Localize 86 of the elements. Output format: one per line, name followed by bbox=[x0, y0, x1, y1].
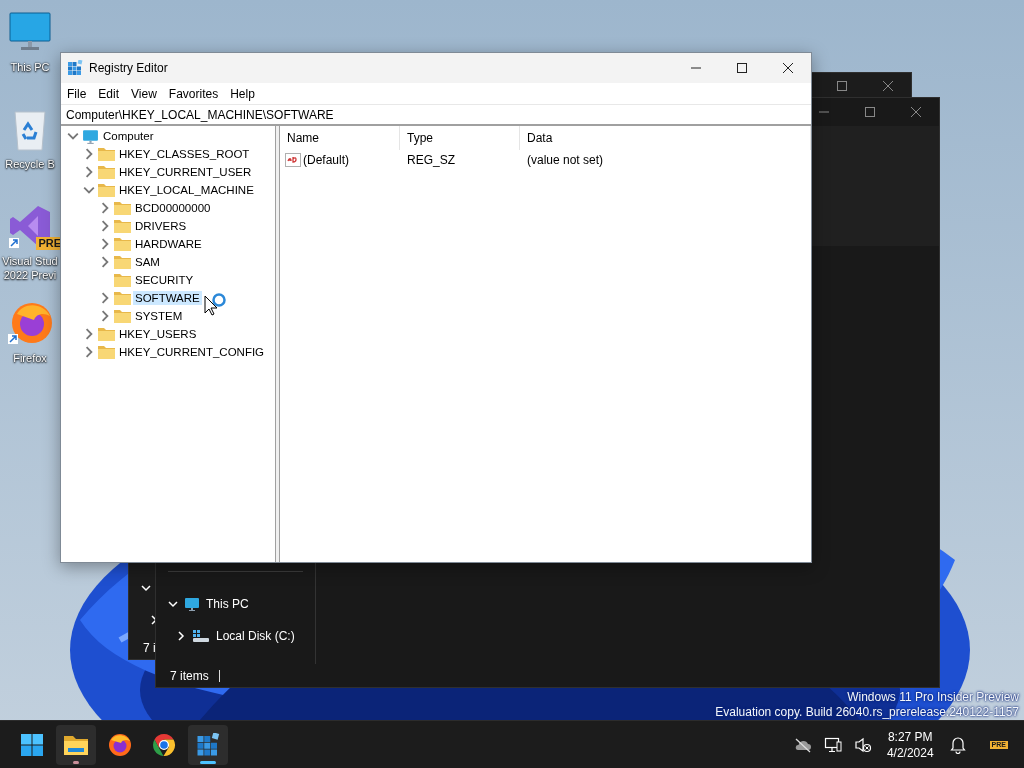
menu-item[interactable]: File bbox=[62, 84, 94, 103]
menu-item[interactable]: Edit bbox=[93, 84, 127, 103]
computer-icon bbox=[184, 596, 200, 612]
drive-icon bbox=[192, 629, 210, 643]
shortcut-label: Recycle B bbox=[5, 157, 55, 171]
taskbar-button[interactable] bbox=[188, 724, 228, 765]
folder-icon bbox=[114, 309, 131, 323]
string-value-icon bbox=[285, 152, 301, 168]
folder-icon bbox=[98, 165, 115, 179]
maximize-icon[interactable] bbox=[736, 62, 748, 74]
shortcut-label: Firefox bbox=[13, 351, 47, 365]
nav-item[interactable]: Local Disk (C:) bbox=[156, 620, 315, 652]
tree-item-label[interactable]: SYSTEM bbox=[133, 309, 185, 323]
tree-item[interactable]: SECURITY bbox=[61, 271, 275, 289]
tree-item[interactable]: Computer bbox=[61, 127, 275, 145]
folder-icon bbox=[114, 291, 131, 305]
tree-item[interactable]: DRIVERS bbox=[61, 217, 275, 235]
tree-item-label[interactable]: HKEY_CURRENT_CONFIG bbox=[117, 345, 267, 359]
desktop-shortcut[interactable]: PRE Visual Stud 2022 Previ bbox=[0, 202, 60, 299]
folder-icon bbox=[98, 345, 115, 359]
tree-item-label[interactable]: HARDWARE bbox=[133, 237, 204, 251]
registry-cubes-icon bbox=[196, 732, 220, 757]
shortcut-label: 2022 Previ bbox=[3, 268, 57, 282]
folder-icon bbox=[114, 237, 131, 251]
folder-icon bbox=[114, 201, 131, 215]
close-icon[interactable] bbox=[782, 62, 794, 74]
tree-item[interactable]: SAM bbox=[61, 253, 275, 271]
monitor-icon bbox=[8, 11, 52, 53]
window-title: Registry Editor bbox=[89, 61, 169, 75]
computer-icon bbox=[82, 127, 99, 145]
notification-bell-icon[interactable] bbox=[949, 735, 966, 754]
menu-item[interactable]: Help bbox=[225, 84, 262, 103]
registry-cubes-icon bbox=[67, 60, 83, 76]
tree-item[interactable]: HKEY_CLASSES_ROOT bbox=[61, 145, 275, 163]
tree-item[interactable]: BCD00000000 bbox=[61, 199, 275, 217]
cloud-off-icon[interactable] bbox=[793, 736, 812, 753]
table-cell-text: REG_SZ bbox=[406, 153, 456, 167]
tree-item[interactable]: HKEY_LOCAL_MACHINE bbox=[61, 181, 275, 199]
volume-muted-icon[interactable] bbox=[853, 735, 872, 754]
column-header[interactable]: Type bbox=[400, 126, 520, 150]
column-header[interactable]: Data bbox=[520, 126, 811, 150]
tree-item[interactable]: HKEY_CURRENT_CONFIG bbox=[61, 343, 275, 361]
table-cell: (Default) bbox=[303, 153, 349, 167]
windows-logo-icon bbox=[20, 732, 44, 757]
chrome-icon bbox=[152, 732, 176, 757]
tree-item-label[interactable]: SECURITY bbox=[133, 273, 196, 287]
tree-item-label[interactable]: DRIVERS bbox=[133, 219, 189, 233]
status-text: 7 i bbox=[143, 640, 156, 655]
status-text: 7 items bbox=[170, 668, 209, 683]
firefox-icon bbox=[7, 300, 53, 346]
folder-icon bbox=[98, 327, 115, 341]
tree-item-label[interactable]: SAM bbox=[133, 255, 162, 269]
address-field[interactable]: Computer\HKEY_LOCAL_MACHINE\SOFTWARE bbox=[61, 104, 811, 126]
column-header[interactable]: Name bbox=[280, 126, 400, 150]
chevron-right-icon[interactable] bbox=[176, 631, 186, 641]
tree-item[interactable]: HARDWARE bbox=[61, 235, 275, 253]
folder-icon bbox=[114, 219, 131, 233]
tree-item-label[interactable]: Computer bbox=[101, 129, 156, 143]
folder-icon bbox=[98, 183, 115, 197]
shortcut-label: Visual Stud bbox=[2, 254, 58, 268]
tree-item[interactable]: HKEY_CURRENT_USER bbox=[61, 163, 275, 181]
folder-icon bbox=[98, 147, 115, 161]
shortcut-label: This PC bbox=[10, 60, 50, 74]
taskbar-button[interactable] bbox=[56, 724, 96, 765]
firefox-icon bbox=[108, 732, 132, 757]
folder-icon bbox=[114, 273, 131, 287]
tree-item-label[interactable]: BCD00000000 bbox=[133, 201, 213, 215]
table-cell-text: (value not set) bbox=[526, 153, 605, 167]
clock[interactable]: 8:27 PM 4/2/2024 bbox=[882, 728, 938, 761]
nav-item[interactable]: This PC bbox=[156, 588, 315, 620]
chevron-down-icon[interactable] bbox=[141, 583, 151, 593]
tree-item-label[interactable]: HKEY_CLASSES_ROOT bbox=[117, 147, 252, 161]
menu-item[interactable]: Favorites bbox=[163, 84, 226, 103]
busy-cursor-icon bbox=[204, 292, 228, 318]
tree-item-label[interactable]: HKEY_CURRENT_USER bbox=[117, 165, 254, 179]
tree-item-label[interactable]: HKEY_USERS bbox=[117, 327, 199, 341]
tree-item-label[interactable]: HKEY_LOCAL_MACHINE bbox=[117, 183, 256, 197]
tree-item[interactable]: HKEY_USERS bbox=[61, 325, 275, 343]
network-icon[interactable] bbox=[823, 735, 842, 754]
folder-icon bbox=[63, 733, 89, 756]
tree-item[interactable]: SOFTWARE bbox=[61, 289, 275, 307]
tree-item-label[interactable]: SOFTWARE bbox=[133, 291, 202, 305]
chevron-down-icon[interactable] bbox=[168, 599, 178, 609]
folder-icon bbox=[114, 255, 131, 269]
tree-item[interactable]: SYSTEM bbox=[61, 307, 275, 325]
menu-item[interactable]: View bbox=[126, 84, 164, 103]
